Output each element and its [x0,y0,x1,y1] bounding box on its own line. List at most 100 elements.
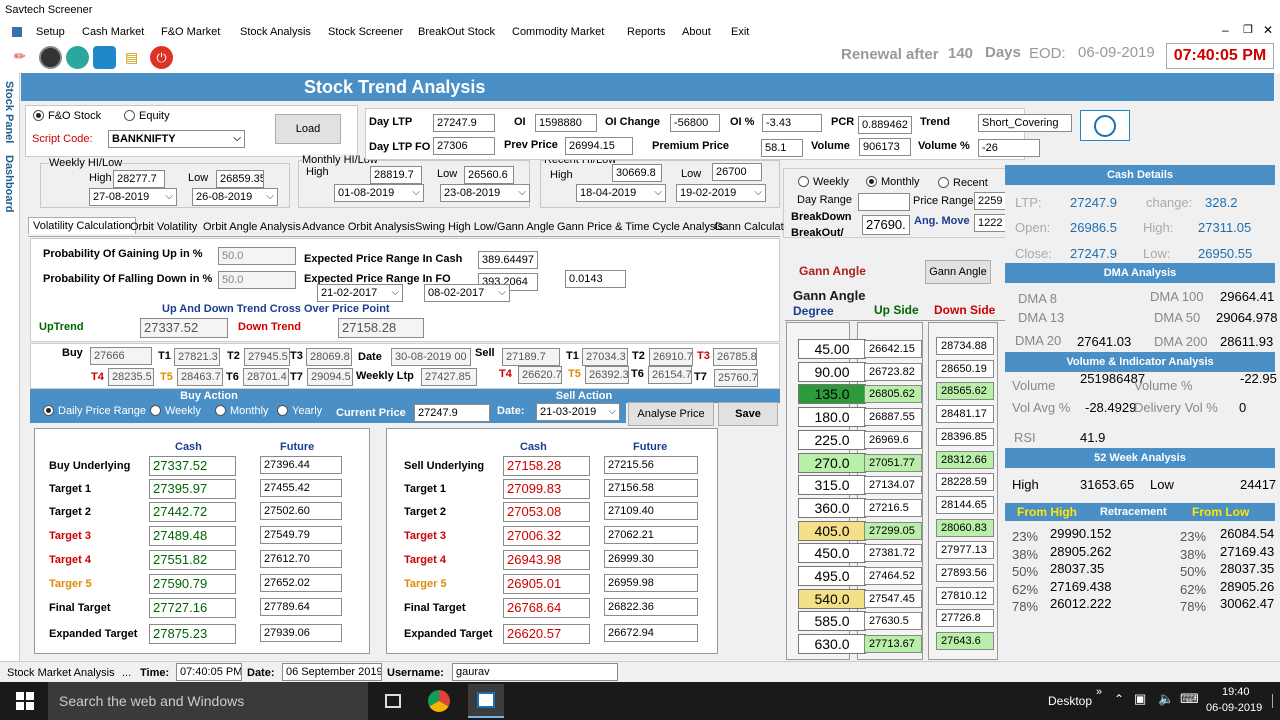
daily-radio-mark[interactable] [43,405,54,416]
script-code-select[interactable]: BANKNIFTY [108,130,245,148]
globe-icon[interactable] [66,46,89,69]
menu-exit[interactable]: Exit [731,26,749,38]
recent-high-label: High [550,169,573,181]
menu-setup[interactable]: Setup [36,26,65,38]
gann-angle-button[interactable]: Gann Angle [925,260,991,284]
vol-avg-value: -28.4929 [1085,400,1137,415]
tray-up-icon[interactable]: ⌃ [1114,692,1124,706]
bd-recent-radio-mark[interactable] [938,177,949,188]
volume-icon[interactable]: 🔈 [1158,691,1174,707]
notification-icon[interactable] [1272,694,1278,708]
fo-stock-radio[interactable]: F&O Stock [33,110,101,122]
current-price-field[interactable]: 27247.9 [414,404,490,422]
yearly-radio-mark[interactable] [277,405,288,416]
close-icon[interactable]: ✕ [1263,23,1273,37]
bd-recent-radio[interactable]: Recent [938,177,988,189]
bar-chart-icon[interactable]: ▤ [125,49,145,67]
fo-stock-radio-mark[interactable] [33,110,44,121]
task-view-icon[interactable] [385,694,401,708]
menu-stock-screener[interactable]: Stock Screener [328,26,403,38]
menu-cash-market[interactable]: Cash Market [82,26,144,38]
sidebar-dashboard[interactable]: Dashboard [3,155,15,212]
menu-stock-analysis[interactable]: Stock Analysis [240,26,311,38]
monthly-high-field[interactable]: 28819.7 [370,166,422,184]
weekly-radio-mark[interactable] [150,405,161,416]
yearly-radio[interactable]: Yearly [277,405,322,417]
buy-row-cash: 27551.82 [149,550,236,570]
vol-date2[interactable]: 08-02-2017 [424,284,510,302]
chrome-icon[interactable] [428,690,450,712]
tab-advance-orbit[interactable]: Advance Orbit Analysis [302,221,415,233]
ret-pct-high: 50% [1012,564,1039,579]
app-taskbar-icon[interactable] [468,684,504,718]
gauge-icon[interactable] [39,46,62,69]
action-date-select[interactable]: 21-03-2019 [536,403,620,421]
sell-row-future: 26822.36 [604,598,698,616]
windows-start-icon[interactable] [16,692,34,710]
taskbar-search-text: Search the web and Windows [59,693,245,709]
weekly-date-to[interactable]: 26-08-2019 [192,188,278,206]
tab-orbit-volatility[interactable]: Orbit Volatility [130,221,197,233]
gann-up: 26642.15 [864,340,922,358]
restore-icon[interactable]: ❐ [1243,23,1253,36]
ret-pct-low: 38% [1180,546,1207,562]
analysis-icon[interactable] [93,46,116,69]
monthly-date-to[interactable]: 23-08-2019 [440,184,530,202]
taskbar-search[interactable]: Search the web and Windows [48,682,368,720]
app-menu-icon[interactable] [12,27,22,37]
sidebar-stock-panel[interactable]: Stock Panel [3,81,15,143]
buy-row-cash: 27875.23 [149,624,236,644]
chart-tool-icon[interactable]: ✏ [14,48,36,68]
status-tab[interactable]: Stock Market Analysis [7,667,115,679]
equity-radio-mark[interactable] [124,110,135,121]
recent-high-field[interactable]: 30669.8 [612,164,662,182]
minimize-icon[interactable]: – [1222,23,1229,37]
taskbar-desktop[interactable]: Desktop [1048,694,1092,708]
desktop-chevron-icon[interactable]: » [1096,686,1102,698]
t1-field: 27821.3 [174,348,220,366]
recent-date-from[interactable]: 18-04-2019 [576,184,666,202]
oi-pct-label: OI % [730,116,755,128]
menu-commodity-market[interactable]: Commodity Market [512,26,604,38]
day-range-field[interactable] [858,193,910,211]
tab-orbit-angle[interactable]: Orbit Angle Analysis [203,221,301,233]
window-title: Savtech Screener [5,4,93,16]
menu-fo-market[interactable]: F&O Market [161,26,220,38]
save-button[interactable]: Save [718,402,778,426]
bd-weekly-radio-mark[interactable] [798,176,809,187]
keyboard-icon[interactable]: ⌨ [1180,691,1199,707]
menu-about[interactable]: About [682,26,711,38]
bd-weekly-radio[interactable]: Weekly [798,176,849,188]
weekly-low-field[interactable]: 26859.35 [216,170,264,188]
weekly-high-field[interactable]: 28277.7 [113,170,165,188]
sell-future-header: Future [633,441,668,453]
network-icon[interactable]: ▣ [1134,691,1146,707]
recent-low-field[interactable]: 26700 [712,163,762,181]
recent-date-to[interactable]: 19-02-2019 [676,184,766,202]
tab-gann-calc[interactable]: Gann Calculat [714,221,784,233]
buy-row-future: 27939.06 [260,624,342,642]
menu-breakout-stock[interactable]: BreakOut Stock [418,26,495,38]
tab-volatility[interactable]: Volatility Calculation [28,217,136,234]
calendar-icon-button[interactable] [1080,110,1130,141]
monthly-radio-mark[interactable] [215,405,226,416]
vol-date1[interactable]: 21-02-2017 [317,284,403,302]
daily-radio[interactable]: Daily Price Range [43,405,146,417]
bd-monthly-radio-mark[interactable] [866,176,877,187]
dma200-label: DMA 200 [1154,334,1208,349]
load-button[interactable]: Load [275,114,341,144]
weekly-radio[interactable]: Weekly [150,405,201,417]
menu-reports[interactable]: Reports [627,26,666,38]
monthly-low-field[interactable]: 26560.6 [464,166,514,184]
tab-swing-gann[interactable]: Swing High Low/Gann Angle [415,221,554,233]
gann-degree: 360.0 [798,497,866,518]
equity-radio[interactable]: Equity [124,110,170,122]
power-icon[interactable]: ⏻ [150,46,173,69]
tab-gann-cycle[interactable]: Gann Price & Time Cycle Analysis [557,221,723,233]
weekly-date-from[interactable]: 27-08-2019 [89,188,177,206]
monthly-radio[interactable]: Monthly [215,405,269,417]
volume-title: Volume & Indicator Analysis [1005,352,1275,372]
monthly-date-from[interactable]: 01-08-2019 [334,184,424,202]
bd-monthly-radio[interactable]: Monthly [866,176,920,188]
analyse-price-button[interactable]: Analyse Price [628,402,714,426]
